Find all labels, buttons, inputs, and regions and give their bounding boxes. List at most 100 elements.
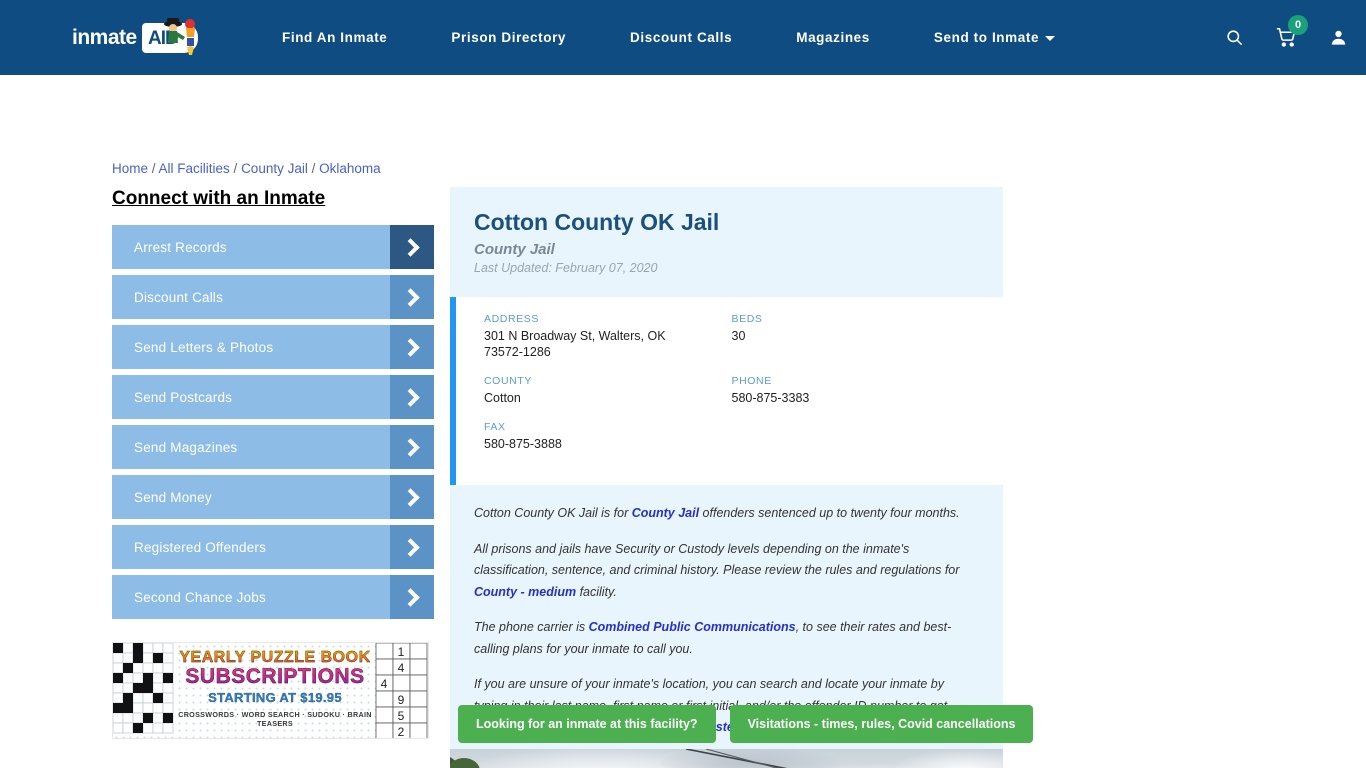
- sudoku-grid-icon: 14 49 52: [375, 643, 428, 739]
- p2-text-b: facility.: [576, 584, 617, 599]
- ad-text-block: YEARLY PUZZLE BOOK SUBSCRIPTIONS STARTIN…: [175, 649, 375, 728]
- chevron-right-icon: [390, 525, 434, 569]
- breadcrumb-item-all-facilities[interactable]: All Facilities: [159, 161, 230, 176]
- last-updated-text: Last Updated: February 07, 2020: [474, 260, 658, 275]
- site-logo[interactable]: inmate AID: [72, 17, 198, 59]
- facility-photo-image: [450, 749, 1003, 768]
- nav-link-send-to-inmate-label: Send to Inmate: [933, 30, 1040, 45]
- primary-nav-links: Find An Inmate Prison Directory Discount…: [250, 0, 1087, 75]
- nav-link-magazines[interactable]: Magazines: [764, 30, 902, 45]
- breadcrumb-separator: /: [229, 161, 242, 176]
- facility-detail-card: Cotton County OK Jail County Jail Last U…: [450, 187, 1003, 768]
- logo-mascot-icon: [164, 18, 195, 55]
- sidebar-item-label: Arrest Records: [134, 239, 227, 255]
- svg-text:5: 5: [398, 709, 405, 723]
- p1-text-a: Cotton County OK Jail is for: [474, 506, 632, 521]
- inmate-search-button[interactable]: Looking for an inmate at this facility?: [458, 705, 716, 743]
- p2-text-a: All prisons and jails have Security or C…: [474, 541, 960, 578]
- info-label-address: ADDRESS: [484, 312, 539, 325]
- description-paragraph-3: The phone carrier is Combined Public Com…: [474, 617, 969, 660]
- info-field-address: ADDRESS 301 N Broadway St, Walters, OK 7…: [484, 313, 732, 362]
- chevron-right-icon: [390, 225, 434, 269]
- logo-text-inmate: inmate: [72, 26, 137, 49]
- facility-type-label: County Jail: [474, 240, 555, 258]
- info-field-phone: PHONE 580-875-3383: [732, 375, 980, 407]
- sidebar-item-send-magazines[interactable]: Send Magazines: [112, 425, 434, 469]
- info-label-fax: FAX: [484, 421, 506, 434]
- info-field-beds: BEDS 30: [732, 313, 980, 362]
- svg-text:1: 1: [398, 645, 405, 659]
- nav-link-prison-directory[interactable]: Prison Directory: [419, 30, 598, 45]
- chevron-right-icon: [390, 375, 434, 419]
- sidebar-heading: Connect with an Inmate: [112, 188, 326, 209]
- nav-link-find-an-inmate[interactable]: Find An Inmate: [250, 30, 419, 45]
- svg-text:4: 4: [381, 677, 388, 691]
- svg-text:9: 9: [398, 693, 405, 707]
- visitation-info-button[interactable]: Visitations - times, rules, Covid cancel…: [729, 705, 1034, 743]
- search-icon[interactable]: [1225, 28, 1244, 47]
- p1-text-b: offenders sentenced up to twenty four mo…: [699, 506, 960, 521]
- cart-icon[interactable]: 0: [1276, 15, 1308, 48]
- ad-line-4: CROSSWORDS · WORD SEARCH · SUDOKU · BRAI…: [178, 710, 372, 728]
- breadcrumb: Home / All Facilities / County Jail / Ok…: [112, 161, 381, 176]
- top-navigation-bar: inmate AID Find An Inmate Prison Directo…: [0, 0, 1366, 75]
- sidebar-item-arrest-records[interactable]: Arrest Records: [112, 225, 434, 269]
- info-label-phone: PHONE: [731, 375, 772, 388]
- info-value-fax: 580-875-3888: [484, 437, 562, 452]
- action-button-row: Looking for an inmate at this facility? …: [458, 705, 1034, 743]
- sidebar-item-label: Registered Offenders: [134, 539, 267, 555]
- sidebar-item-second-chance-jobs[interactable]: Second Chance Jobs: [112, 575, 434, 619]
- chevron-right-icon: [390, 325, 434, 369]
- link-county-medium[interactable]: County - medium: [474, 585, 576, 599]
- facility-header: Cotton County OK Jail County Jail Last U…: [450, 187, 1003, 279]
- description-paragraph-2: All prisons and jails have Security or C…: [474, 539, 969, 604]
- info-field-county: COUNTY Cotton: [484, 375, 732, 407]
- info-field-fax: FAX 580-875-3888: [484, 421, 732, 453]
- breadcrumb-item-oklahoma[interactable]: Oklahoma: [319, 161, 381, 176]
- link-combined-public-communications[interactable]: Combined Public Communications: [589, 620, 796, 634]
- p3-text-a: The phone carrier is: [474, 620, 589, 635]
- breadcrumb-separator: /: [307, 161, 320, 176]
- link-county-jail[interactable]: County Jail: [632, 506, 699, 520]
- facility-street-view-photo[interactable]: [450, 749, 1003, 768]
- sidebar-item-label: Second Chance Jobs: [134, 589, 266, 605]
- chevron-right-icon: [390, 575, 434, 619]
- chevron-right-icon: [390, 275, 434, 319]
- sidebar-item-label: Send Magazines: [134, 439, 238, 455]
- nav-link-send-to-inmate[interactable]: Send to Inmate: [902, 30, 1087, 45]
- ad-line-3: STARTING AT $19.95: [208, 690, 342, 705]
- sidebar-item-send-money[interactable]: Send Money: [112, 475, 434, 519]
- chevron-down-icon: [1045, 35, 1056, 41]
- cart-count-badge: 0: [1288, 15, 1308, 35]
- puzzle-book-ad-banner[interactable]: 14 49 52 YEARLY PUZZLE BOOK SUBSCRIPTION…: [112, 642, 429, 739]
- sidebar-item-registered-offenders[interactable]: Registered Offenders: [112, 525, 434, 569]
- sidebar-item-label: Send Postcards: [134, 389, 233, 405]
- sidebar-item-label: Send Money: [134, 489, 212, 505]
- chevron-right-icon: [390, 475, 434, 519]
- info-value-beds: 30: [731, 328, 746, 343]
- info-value-address: 301 N Broadway St, Walters, OK 73572-128…: [484, 328, 666, 360]
- sidebar: Connect with an Inmate Arrest Records Di…: [112, 188, 434, 625]
- nav-icon-group: 0: [1225, 0, 1348, 75]
- sidebar-item-send-letters-photos[interactable]: Send Letters & Photos: [112, 325, 434, 369]
- svg-text:2: 2: [398, 725, 405, 739]
- svg-text:4: 4: [398, 661, 405, 675]
- sidebar-item-send-postcards[interactable]: Send Postcards: [112, 375, 434, 419]
- ad-line-2: SUBSCRIPTIONS: [175, 665, 375, 689]
- description-paragraph-1: Cotton County OK Jail is for County Jail…: [474, 503, 969, 525]
- sidebar-item-discount-calls[interactable]: Discount Calls: [112, 275, 434, 319]
- facility-info-grid: ADDRESS 301 N Broadway St, Walters, OK 7…: [484, 313, 979, 468]
- user-account-icon[interactable]: [1329, 28, 1348, 47]
- breadcrumb-item-county-jail[interactable]: County Jail: [241, 161, 308, 176]
- breadcrumb-item-home[interactable]: Home: [112, 161, 148, 176]
- breadcrumb-separator: /: [148, 161, 159, 176]
- info-label-beds: BEDS: [731, 312, 763, 325]
- facility-info-box: ADDRESS 301 N Broadway St, Walters, OK 7…: [450, 296, 1003, 486]
- chevron-right-icon: [390, 425, 434, 469]
- page-title: Cotton County OK Jail: [474, 209, 720, 235]
- sidebar-item-label: Send Letters & Photos: [134, 339, 274, 355]
- info-value-phone: 580-875-3383: [731, 391, 810, 406]
- info-label-county: COUNTY: [484, 375, 532, 388]
- crossword-grid-icon: [113, 643, 174, 734]
- nav-link-discount-calls[interactable]: Discount Calls: [598, 30, 764, 45]
